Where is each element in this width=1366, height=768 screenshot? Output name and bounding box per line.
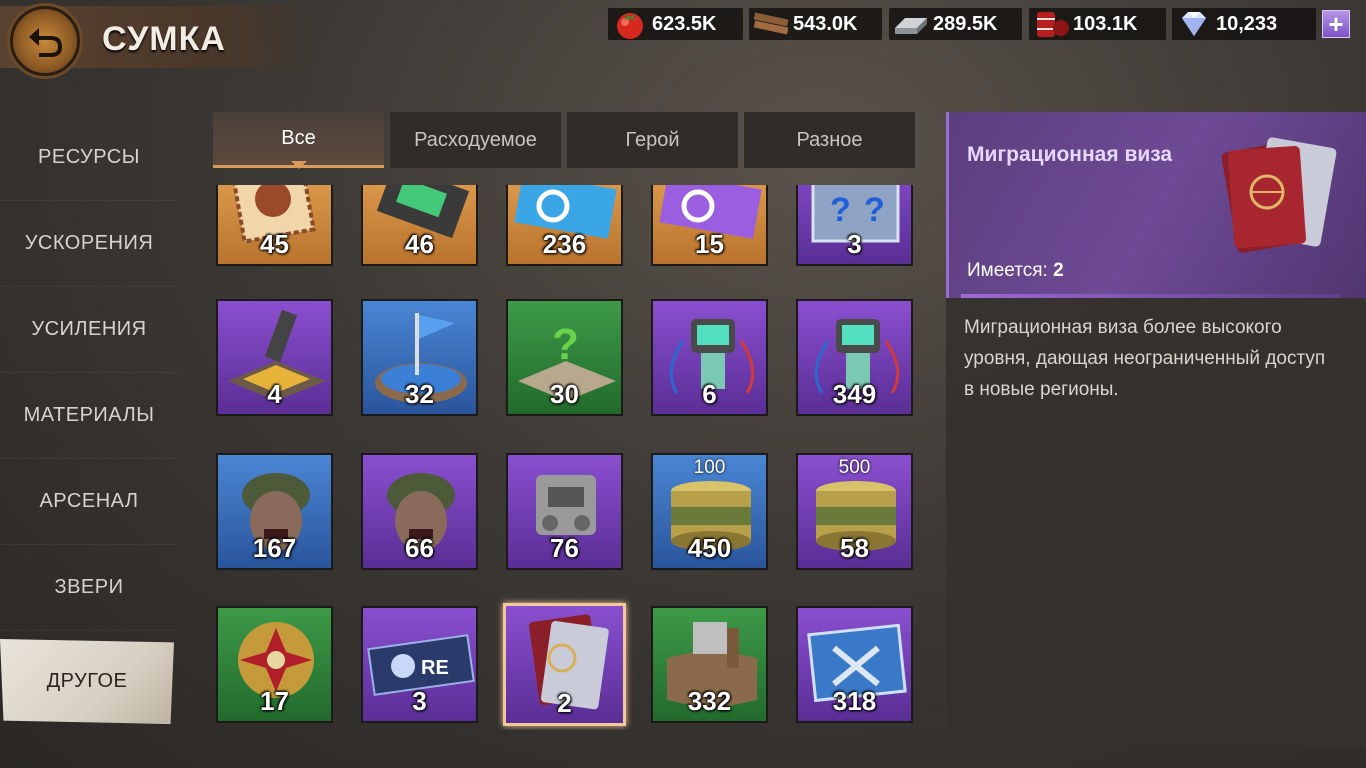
inventory-item[interactable]: ?? 3 <box>796 185 913 266</box>
inventory-item[interactable]: 236 <box>506 185 623 266</box>
inventory-item[interactable]: 4 <box>216 299 333 416</box>
inventory-grid[interactable]: 45 46 236 15 ?? 3 4 32 ? 30 6 349 167 66… <box>213 185 919 730</box>
inventory-item[interactable]: 17 <box>216 606 333 723</box>
inventory-item[interactable]: 318 <box>796 606 913 723</box>
resource-oil[interactable]: 103.1K <box>1029 8 1166 40</box>
item-quantity: 6 <box>702 379 717 409</box>
inventory-item[interactable]: 32 <box>361 299 478 416</box>
item-tier-badge: 100 <box>693 457 726 478</box>
item-quantity: 236 <box>542 229 587 259</box>
resource-value: 10,233 <box>1216 12 1278 35</box>
inventory-item[interactable]: 332 <box>651 606 768 723</box>
tab-all[interactable]: Все <box>213 112 384 169</box>
resource-diamonds[interactable]: 10,233 <box>1172 8 1316 40</box>
svg-text:?: ? <box>552 320 579 369</box>
inventory-item[interactable]: ? 30 <box>506 299 623 416</box>
plus-icon: + <box>1328 9 1344 39</box>
detail-title: Миграционная виза <box>967 143 1173 166</box>
tab-consumables[interactable]: Расходуемое <box>390 112 561 168</box>
item-quantity: 2 <box>557 688 572 718</box>
top-bar: СУМКА 623.5K 543.0K 289.5K 103.1K 10,233… <box>0 0 1366 80</box>
tab-misc[interactable]: Разное <box>744 112 915 168</box>
steel-bar-icon <box>889 8 933 40</box>
svg-text:?: ? <box>830 191 851 229</box>
item-quantity: 167 <box>252 533 297 563</box>
inventory-item[interactable]: 76 <box>506 453 623 570</box>
svg-text:RE: RE <box>421 657 449 679</box>
divider <box>961 294 1341 298</box>
item-quantity: 45 <box>260 229 289 259</box>
owned-value: 2 <box>1053 260 1064 281</box>
item-detail-panel: Миграционная виза Имеется: 2 Миграционна… <box>946 112 1366 748</box>
item-quantity: 4 <box>267 379 282 409</box>
item-quantity: 58 <box>840 533 869 563</box>
inventory-item[interactable]: 500 58 <box>796 453 913 570</box>
inventory-item[interactable]: 100 450 <box>651 453 768 570</box>
item-quantity: 46 <box>405 229 434 259</box>
item-quantity: 32 <box>405 379 434 409</box>
resource-value: 623.5K <box>652 12 717 35</box>
item-quantity: 3 <box>847 229 862 259</box>
inventory-item[interactable]: 167 <box>216 453 333 570</box>
item-quantity: 15 <box>695 229 724 259</box>
sidebar-item-speedups[interactable]: УСКОРЕНИЯ <box>0 201 178 287</box>
owned-label: Имеется: <box>967 260 1048 281</box>
passport-icon <box>1221 137 1337 253</box>
item-quantity: 318 <box>832 686 877 716</box>
detail-description: Миграционная виза более высокого уровня,… <box>964 317 1326 400</box>
item-quantity: 332 <box>687 686 732 716</box>
tomato-icon <box>608 8 652 40</box>
resource-value: 289.5K <box>933 12 998 35</box>
owned-count: Имеется: 2 <box>967 260 1064 282</box>
back-arrow-icon <box>29 28 62 57</box>
oil-barrel-icon <box>1029 8 1073 40</box>
tab-hero[interactable]: Герой <box>567 112 738 168</box>
item-quantity: 17 <box>260 686 289 716</box>
inventory-item[interactable]: 66 <box>361 453 478 570</box>
category-sidebar: РЕСУРСЫ УСКОРЕНИЯ УСИЛЕНИЯ МАТЕРИАЛЫ АРС… <box>0 115 178 724</box>
buy-diamonds-button[interactable]: + <box>1322 10 1350 38</box>
item-quantity: 3 <box>412 686 427 716</box>
sidebar-item-arsenal[interactable]: АРСЕНАЛ <box>0 459 178 545</box>
sidebar-item-other[interactable]: ДРУГОЕ <box>0 639 174 724</box>
inventory-item[interactable]: 349 <box>796 299 913 416</box>
inventory-item[interactable]: RE 3 <box>361 606 478 723</box>
inventory-item[interactable]: 46 <box>361 185 478 266</box>
item-tier-badge: 500 <box>838 457 871 478</box>
resource-value: 543.0K <box>793 12 858 35</box>
svg-text:?: ? <box>864 191 885 229</box>
detail-header: Миграционная виза Имеется: 2 <box>946 112 1366 298</box>
resource-food[interactable]: 623.5K <box>608 8 743 40</box>
item-quantity: 76 <box>550 533 579 563</box>
inventory-item-selected[interactable]: 2 <box>503 603 626 726</box>
item-quantity: 30 <box>550 379 579 409</box>
page-title: СУМКА <box>102 20 226 58</box>
back-button[interactable] <box>10 6 80 76</box>
sidebar-item-resources[interactable]: РЕСУРСЫ <box>0 115 178 201</box>
sidebar-item-boosts[interactable]: УСИЛЕНИЯ <box>0 287 178 373</box>
item-quantity: 349 <box>832 379 877 409</box>
resource-wood[interactable]: 543.0K <box>749 8 882 40</box>
resource-steel[interactable]: 289.5K <box>889 8 1022 40</box>
filter-tabs: Все Расходуемое Герой Разное <box>213 112 915 169</box>
inventory-item[interactable]: 6 <box>651 299 768 416</box>
sidebar-item-materials[interactable]: МАТЕРИАЛЫ <box>0 373 178 459</box>
inventory-item[interactable]: 45 <box>216 185 333 266</box>
diamond-icon <box>1172 8 1216 40</box>
resource-value: 103.1K <box>1073 12 1138 35</box>
inventory-item[interactable]: 15 <box>651 185 768 266</box>
planks-icon <box>749 8 793 40</box>
item-quantity: 450 <box>687 533 732 563</box>
item-quantity: 66 <box>405 533 434 563</box>
sidebar-item-beasts[interactable]: ЗВЕРИ <box>0 545 178 631</box>
